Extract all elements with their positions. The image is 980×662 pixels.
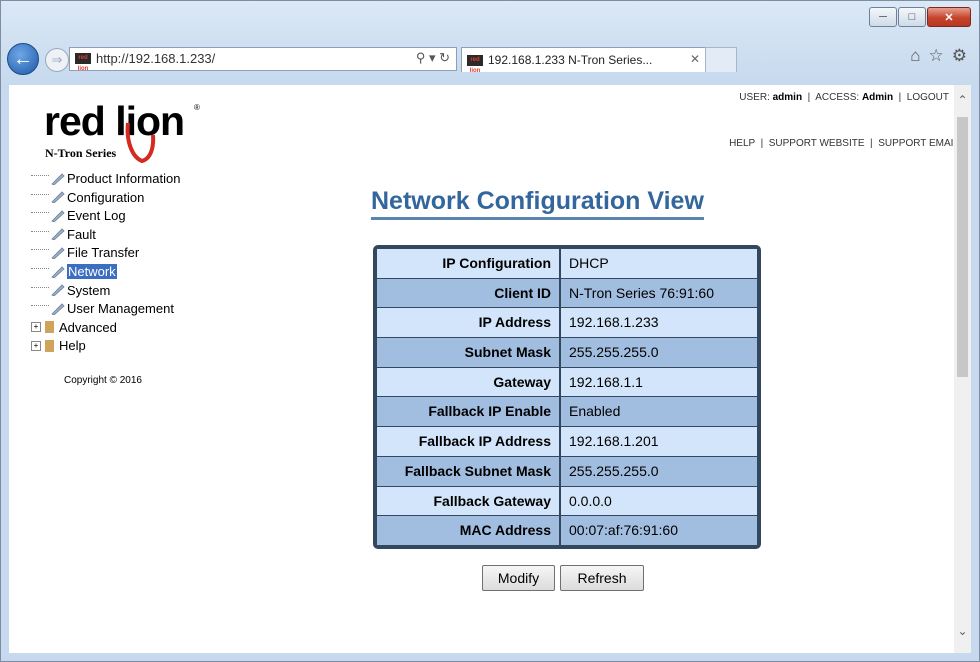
favorites-star-icon[interactable]: ☆	[929, 46, 944, 66]
row-value: 192.168.1.1	[561, 367, 757, 397]
row-key: Fallback IP Address	[377, 427, 561, 456]
page-pen-icon	[51, 303, 65, 315]
nav-item-fault[interactable]: Fault	[31, 226, 180, 245]
table-row: Subnet Mask 255.255.255.0	[377, 338, 757, 368]
page-pen-icon	[51, 247, 65, 259]
logo-swoosh-icon	[125, 122, 156, 163]
site-favicon-icon: red lion	[75, 53, 91, 72]
registered-mark: ®	[194, 103, 200, 112]
scroll-up-icon[interactable]: ⌃	[954, 91, 971, 108]
support-email-link[interactable]: SUPPORT EMAIL	[878, 138, 959, 149]
table-row: IP Address 192.168.1.233	[377, 308, 757, 339]
scroll-down-icon[interactable]: ⌄	[954, 622, 971, 639]
search-refresh-icons[interactable]: ⚲ ▾ ↻	[416, 50, 450, 66]
maximize-button[interactable]: □	[898, 7, 926, 27]
minimize-button[interactable]: ─	[869, 7, 897, 27]
row-value: Enabled	[561, 397, 757, 427]
table-row: Client ID N-Tron Series 76:91:60	[377, 278, 757, 309]
tab-favicon-icon: red lion	[467, 55, 483, 74]
nav-item-product-information[interactable]: Product Information	[31, 170, 180, 189]
scroll-thumb[interactable]	[957, 117, 968, 377]
page-viewport: red lion ® N-Tron Series USER: admin | A…	[9, 85, 971, 653]
nav-item-event-log[interactable]: Event Log	[31, 207, 180, 226]
close-window-button[interactable]: ✕	[927, 7, 971, 27]
user-info-bar: USER: admin | ACCESS: Admin | LOGOUT	[739, 92, 949, 103]
row-key: IP Configuration	[377, 249, 561, 278]
page-pen-icon	[51, 284, 65, 297]
url-text[interactable]: http://192.168.1.233/	[96, 51, 215, 66]
table-row: IP Configuration DHCP	[377, 249, 757, 279]
row-value: 192.168.1.201	[561, 427, 757, 456]
row-key: IP Address	[377, 308, 561, 338]
logo-brand-text: red lion	[44, 98, 185, 144]
logout-link[interactable]: LOGOUT	[907, 92, 949, 103]
expand-plus-icon[interactable]: +	[31, 322, 41, 333]
new-tab-button[interactable]	[705, 47, 737, 72]
back-arrow-icon[interactable]: ←	[7, 43, 39, 75]
table-row: Fallback Gateway 0.0.0.0	[377, 486, 757, 517]
page-pen-icon	[51, 210, 65, 222]
tab-title: 192.168.1.233 N-Tron Series...	[488, 53, 653, 67]
row-key: Fallback Subnet Mask	[377, 456, 561, 486]
nav-item-help[interactable]: + Help	[31, 337, 180, 356]
window-controls: ─ □ ✕	[868, 7, 971, 29]
table-row: Fallback Subnet Mask 255.255.255.0	[377, 456, 757, 487]
row-value: N-Tron Series 76:91:60	[561, 278, 757, 308]
row-value: 192.168.1.233	[561, 308, 757, 338]
support-website-link[interactable]: SUPPORT WEBSITE	[769, 138, 865, 149]
row-key: Gateway	[377, 367, 561, 397]
nav-item-network[interactable]: Network	[31, 263, 180, 282]
nav-item-configuration[interactable]: Configuration	[31, 189, 180, 208]
table-row: MAC Address 00:07:af:76:91:60	[377, 516, 757, 545]
settings-gear-icon[interactable]: ⚙	[952, 46, 967, 66]
help-links-bar: HELP | SUPPORT WEBSITE | SUPPORT EMAIL	[729, 138, 959, 149]
address-bar[interactable]: red lion http://192.168.1.233/ ⚲ ▾ ↻	[69, 47, 457, 72]
page-pen-icon	[51, 265, 65, 278]
copyright-text: Copyright © 2016	[64, 375, 142, 386]
row-key: Fallback Gateway	[377, 486, 561, 516]
help-link[interactable]: HELP	[729, 138, 755, 149]
nav-item-user-management[interactable]: User Management	[31, 300, 180, 319]
nav-tree: Product Information Configuration Event …	[31, 170, 180, 356]
nav-item-advanced[interactable]: + Advanced	[31, 319, 180, 338]
folder-icon	[45, 321, 54, 334]
user-name: admin	[772, 92, 803, 103]
table-row: Fallback IP Enable Enabled	[377, 397, 757, 428]
browser-toolbar: ← ⇒ red lion http://192.168.1.233/ ⚲ ▾ ↻…	[7, 41, 971, 75]
row-key: MAC Address	[377, 516, 561, 545]
row-value: 255.255.255.0	[561, 456, 757, 486]
network-config-table: IP Configuration DHCP Client ID N-Tron Ser…	[373, 245, 761, 549]
row-value: 0.0.0.0	[561, 486, 757, 516]
nav-item-system[interactable]: System	[31, 282, 180, 301]
modify-button[interactable]: Modify	[482, 565, 555, 591]
row-value: 00:07:af:76:91:60	[561, 516, 757, 545]
logo-subtitle: N-Tron Series	[45, 146, 117, 160]
row-key: Subnet Mask	[377, 338, 561, 367]
browser-window: ─ □ ✕ ← ⇒ red lion http://192.168.1.233/…	[0, 0, 980, 662]
tab-close-icon[interactable]: ✕	[690, 52, 700, 66]
forward-arrow-icon[interactable]: ⇒	[45, 48, 69, 72]
page-title: Network Configuration View	[371, 187, 704, 220]
row-key: Client ID	[377, 278, 561, 308]
access-label: ACCESS:	[815, 92, 860, 103]
expand-plus-icon[interactable]: +	[31, 340, 41, 351]
row-value: DHCP	[561, 249, 757, 278]
table-row: Fallback IP Address 192.168.1.201	[377, 427, 757, 457]
page-pen-icon	[51, 172, 65, 185]
access-level: Admin	[861, 92, 894, 103]
red-lion-logo: red lion ® N-Tron Series	[44, 97, 204, 167]
user-label: USER:	[739, 92, 770, 103]
row-value: 255.255.255.0	[561, 338, 757, 367]
browser-tools: ⌂ ☆ ⚙	[910, 46, 967, 66]
vertical-scrollbar[interactable]: ⌃ ⌄	[954, 85, 971, 653]
browser-tab[interactable]: red lion 192.168.1.233 N-Tron Series... …	[461, 47, 707, 74]
row-key: Fallback IP Enable	[377, 397, 561, 427]
folder-icon	[45, 339, 54, 352]
page-pen-icon	[51, 228, 65, 241]
page-pen-icon	[51, 191, 65, 204]
table-row: Gateway 192.168.1.1	[377, 367, 757, 398]
nav-item-file-transfer[interactable]: File Transfer	[31, 244, 180, 263]
home-icon[interactable]: ⌂	[910, 46, 920, 66]
refresh-button[interactable]: Refresh	[560, 565, 644, 591]
